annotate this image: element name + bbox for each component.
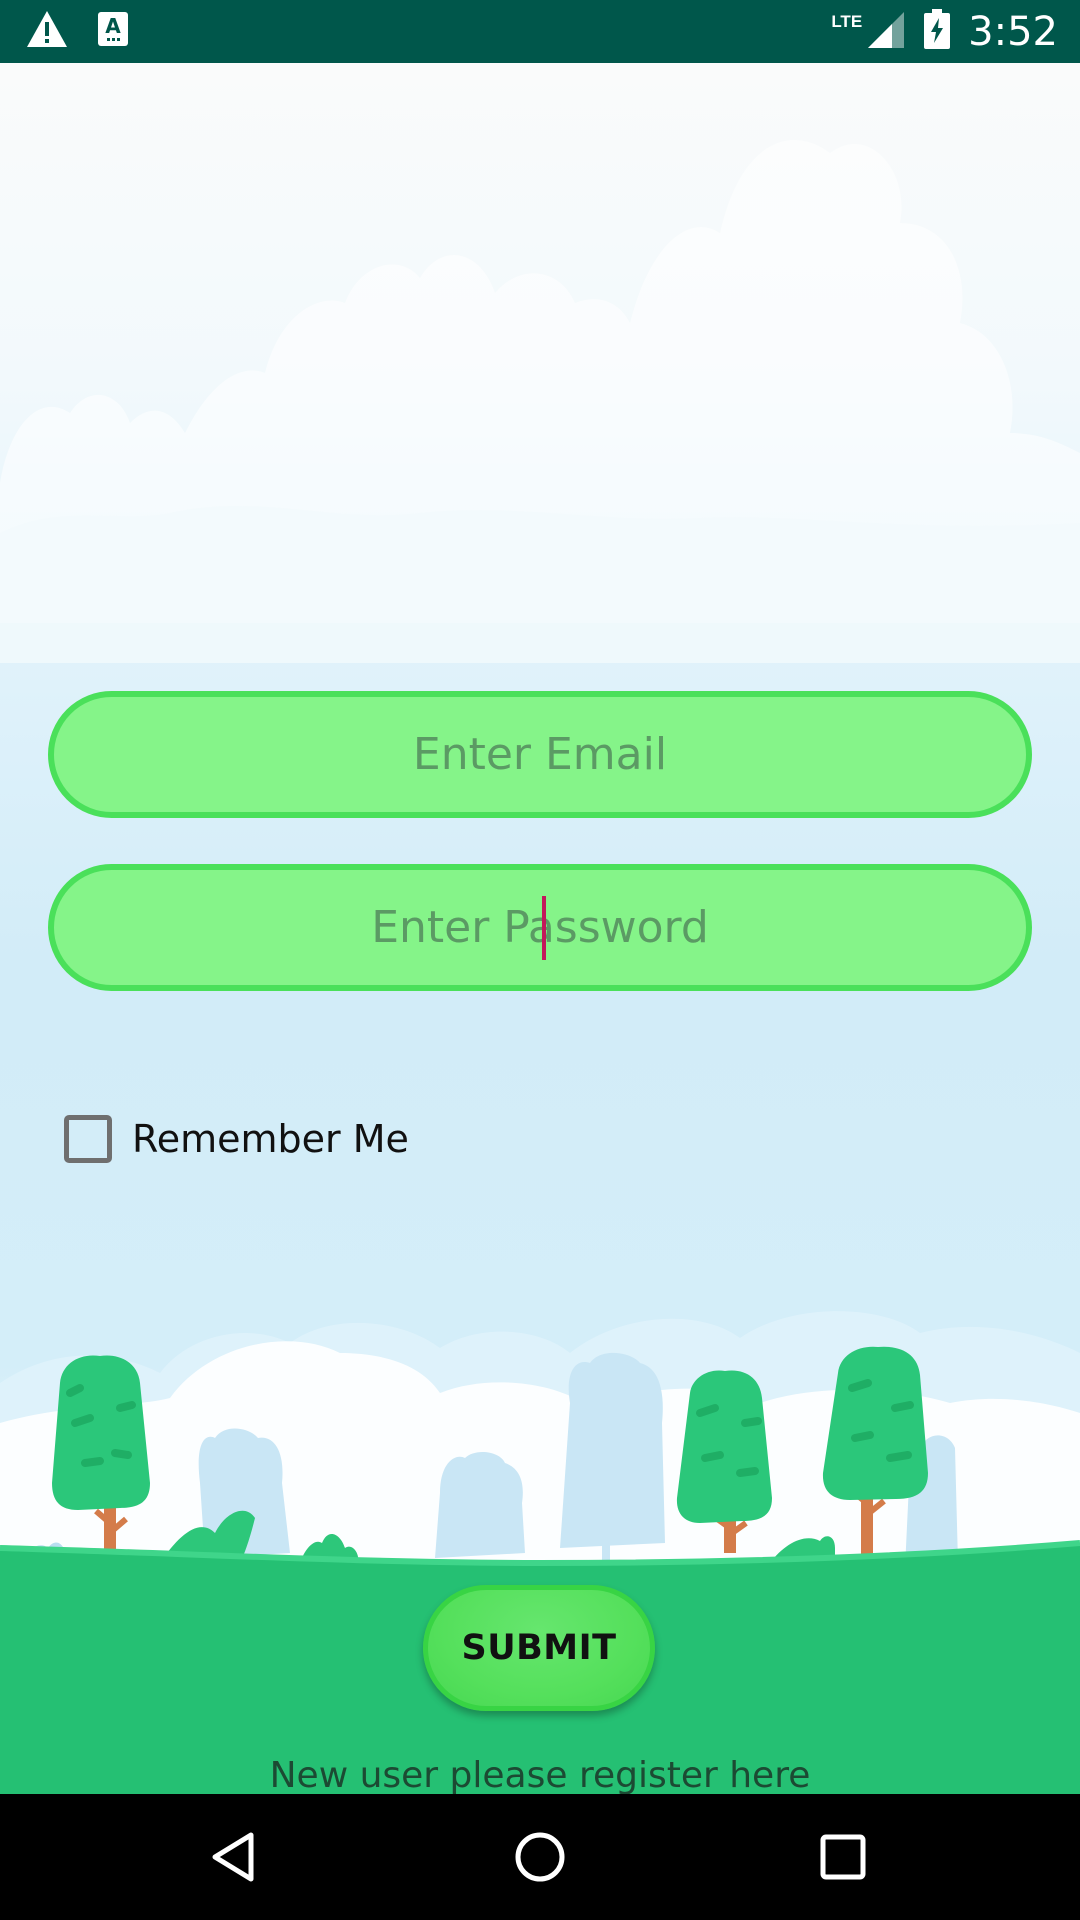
email-field[interactable]: Enter Email <box>48 691 1032 818</box>
submit-button[interactable]: SUBMIT <box>423 1585 655 1711</box>
remember-me-checkbox[interactable] <box>64 1115 112 1163</box>
top-clouds-soft <box>0 505 1080 663</box>
back-icon[interactable] <box>205 1827 265 1887</box>
svg-text:A: A <box>105 14 121 38</box>
remember-me-label[interactable]: Remember Me <box>132 1117 409 1161</box>
signal-icon <box>866 10 906 53</box>
submit-label: SUBMIT <box>461 1628 617 1668</box>
login-screen: Enter Email Enter Password Remember Me S… <box>0 63 1080 1794</box>
navigation-bar <box>0 1794 1080 1920</box>
status-right-icons: LTE 3:52 <box>831 9 1058 55</box>
email-placeholder: Enter Email <box>412 729 668 780</box>
password-placeholder: Enter Password <box>371 896 709 960</box>
network-type: LTE <box>831 11 863 31</box>
warning-icon <box>26 10 68 53</box>
remember-me-row[interactable]: Remember Me <box>64 1115 409 1163</box>
status-left-icons: A <box>26 10 128 53</box>
status-bar: A LTE 3:52 <box>0 0 1080 63</box>
register-link[interactable]: New user please register here <box>0 1755 1080 1794</box>
home-icon[interactable] <box>510 1827 570 1887</box>
password-field[interactable]: Enter Password <box>48 864 1032 991</box>
status-time: 3:52 <box>968 8 1058 55</box>
recents-icon[interactable] <box>813 1827 873 1887</box>
text-a-icon: A <box>98 12 128 51</box>
battery-charging-icon <box>924 9 951 54</box>
text-cursor <box>542 896 547 960</box>
